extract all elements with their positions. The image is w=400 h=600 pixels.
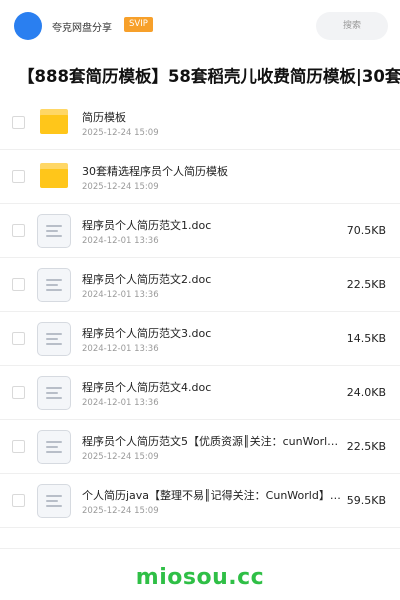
file-date: 2024-12-01 13:36 bbox=[82, 344, 159, 354]
file-row[interactable]: 简历模板 2025-12-24 15:09 bbox=[0, 96, 400, 150]
file-size: 24.0KB bbox=[346, 386, 386, 399]
row-checkbox[interactable] bbox=[12, 116, 25, 129]
share-title: 【888套简历模板】58套稻壳儿收费简历模板|30套精选程序员个人简历 bbox=[18, 67, 400, 86]
avatar[interactable] bbox=[14, 12, 42, 40]
file-size: 14.5KB bbox=[346, 332, 386, 345]
file-date: 2025-12-24 15:09 bbox=[82, 506, 159, 516]
footer: miosou.cc bbox=[0, 548, 400, 600]
file-row[interactable]: 30套精选程序员个人简历模板 2025-12-24 15:09 bbox=[0, 150, 400, 204]
row-checkbox[interactable] bbox=[12, 494, 25, 507]
file-size: 70.5KB bbox=[346, 224, 386, 237]
file-name[interactable]: 30套精选程序员个人简历模板 bbox=[82, 165, 342, 179]
username: 夸克网盘分享 bbox=[52, 23, 112, 34]
file-date: 2024-12-01 13:36 bbox=[82, 236, 159, 246]
document-icon bbox=[37, 214, 71, 248]
file-row[interactable]: 程序员个人简历范文4.doc 2024-12-01 13:36 24.0KB bbox=[0, 366, 400, 420]
file-size: 22.5KB bbox=[346, 278, 386, 291]
search-input[interactable]: 搜索 bbox=[316, 12, 388, 40]
document-icon bbox=[37, 430, 71, 464]
file-date: 2024-12-01 13:36 bbox=[82, 398, 159, 408]
header: 夸克网盘分享 SVIP 搜索 bbox=[0, 0, 400, 52]
file-date: 2025-12-24 15:09 bbox=[82, 182, 159, 192]
document-icon bbox=[37, 484, 71, 518]
file-name[interactable]: 程序员个人简历范文2.doc bbox=[82, 273, 342, 287]
row-checkbox[interactable] bbox=[12, 170, 25, 183]
file-row[interactable]: 程序员个人简历范文3.doc 2024-12-01 13:36 14.5KB bbox=[0, 312, 400, 366]
file-name[interactable]: 个人简历java【整理不易║记得关注：CunWorld】.doc bbox=[82, 489, 342, 503]
file-size: 59.5KB bbox=[346, 494, 386, 507]
file-name[interactable]: 程序员个人简历范文5【优质资源║关注：cunWorld】.doc bbox=[82, 435, 342, 449]
row-checkbox[interactable] bbox=[12, 440, 25, 453]
folder-icon bbox=[37, 106, 71, 140]
row-checkbox[interactable] bbox=[12, 332, 25, 345]
svip-badge: SVIP bbox=[124, 17, 153, 32]
file-date: 2025-12-24 15:09 bbox=[82, 128, 159, 138]
file-row[interactable]: 程序员个人简历范文5【优质资源║关注：cunWorld】.doc 2025-12-… bbox=[0, 420, 400, 474]
row-checkbox[interactable] bbox=[12, 224, 25, 237]
folder-icon bbox=[37, 160, 71, 194]
file-name[interactable]: 简历模板 bbox=[82, 111, 342, 125]
file-row[interactable]: 程序员个人简历范文1.doc 2024-12-01 13:36 70.5KB bbox=[0, 204, 400, 258]
document-icon bbox=[37, 268, 71, 302]
file-row[interactable]: 程序员个人简历范文2.doc 2024-12-01 13:36 22.5KB bbox=[0, 258, 400, 312]
brand-watermark: miosou.cc bbox=[135, 565, 265, 590]
document-icon bbox=[37, 376, 71, 410]
row-checkbox[interactable] bbox=[12, 278, 25, 291]
file-date: 2025-12-24 15:09 bbox=[82, 452, 159, 462]
file-size: 22.5KB bbox=[346, 440, 386, 453]
file-name[interactable]: 程序员个人简历范文4.doc bbox=[82, 381, 342, 395]
row-checkbox[interactable] bbox=[12, 386, 25, 399]
document-icon bbox=[37, 322, 71, 356]
file-name[interactable]: 程序员个人简历范文1.doc bbox=[82, 219, 342, 233]
file-date: 2024-12-01 13:36 bbox=[82, 290, 159, 300]
file-name[interactable]: 程序员个人简历范文3.doc bbox=[82, 327, 342, 341]
file-row[interactable]: 个人简历java【整理不易║记得关注：CunWorld】.doc 2025-12-… bbox=[0, 474, 400, 528]
